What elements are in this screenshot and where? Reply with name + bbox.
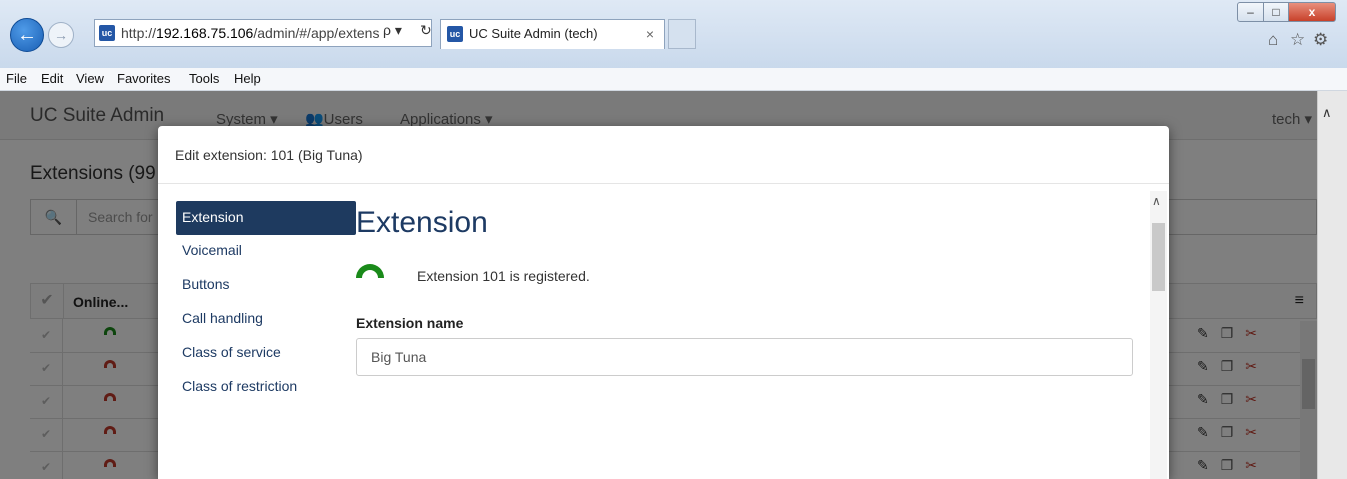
refresh-icon[interactable]: ↻ [420,22,432,39]
extension-name-input[interactable] [356,338,1133,376]
side-item-extension[interactable]: Extension [176,201,356,235]
modal-scroll-up-icon[interactable]: ∧ [1152,194,1161,208]
minimize-button[interactable]: – [1237,2,1264,22]
menu-edit[interactable]: Edit [41,71,63,86]
side-item-voicemail[interactable]: Voicemail [176,235,356,269]
address-bar[interactable]: uc http://192.168.75.106/admin/#/app/ext… [94,19,432,47]
close-window-button[interactable]: x [1288,2,1336,22]
url-host: 192.168.75.106 [156,25,254,41]
url-prefix: http:// [121,25,157,41]
site-favicon-icon: uc [99,25,115,41]
edit-extension-modal: Edit extension: 101 (Big Tuna) Extension… [158,126,1169,479]
favorites-icon[interactable]: ☆ [1290,30,1305,50]
side-item-call-handling[interactable]: Call handling [176,303,356,337]
modal-scroll-thumb[interactable] [1152,223,1165,291]
tab-close-icon[interactable]: × [646,20,654,48]
section-title: Extension [356,206,488,239]
modal-title: Edit extension: 101 (Big Tuna) [175,147,363,163]
menu-view[interactable]: View [76,71,104,86]
home-icon[interactable]: ⌂ [1268,30,1278,50]
registration-status: Extension 101 is registered. [417,268,590,284]
browser-tab[interactable]: uc UC Suite Admin (tech) × [440,19,665,49]
side-item-class-of-restriction[interactable]: Class of restriction [176,371,356,405]
new-tab-button[interactable] [668,19,696,49]
side-item-class-of-service[interactable]: Class of service [176,337,356,371]
tab-title: UC Suite Admin (tech) [469,26,598,41]
menu-bar: File Edit View Favorites Tools Help [0,68,1347,91]
window-scroll-up-icon[interactable]: ∧ [1322,105,1332,121]
menu-help[interactable]: Help [234,71,261,86]
url-path: /admin/#/app/extens [253,25,380,41]
registered-phone-icon [356,264,384,278]
back-button[interactable]: ← [10,18,44,52]
window-scrollbar[interactable] [1317,91,1347,479]
modal-header: Edit extension: 101 (Big Tuna) [158,126,1169,184]
menu-file[interactable]: File [6,71,27,86]
side-item-buttons[interactable]: Buttons [176,269,356,303]
tab-favicon-icon: uc [447,26,463,42]
modal-side-nav: Extension Voicemail Buttons Call handlin… [176,201,356,405]
forward-button[interactable]: → [48,22,74,48]
browser-titlebar: ← → uc http://192.168.75.106/admin/#/app… [0,0,1347,69]
search-dropdown-icon[interactable]: ρ ▾ [383,22,402,39]
extension-name-label: Extension name [356,315,464,331]
tools-gear-icon[interactable]: ⚙ [1313,30,1328,50]
menu-tools[interactable]: Tools [189,71,219,86]
maximize-button[interactable]: □ [1263,2,1289,22]
menu-favorites[interactable]: Favorites [117,71,170,86]
